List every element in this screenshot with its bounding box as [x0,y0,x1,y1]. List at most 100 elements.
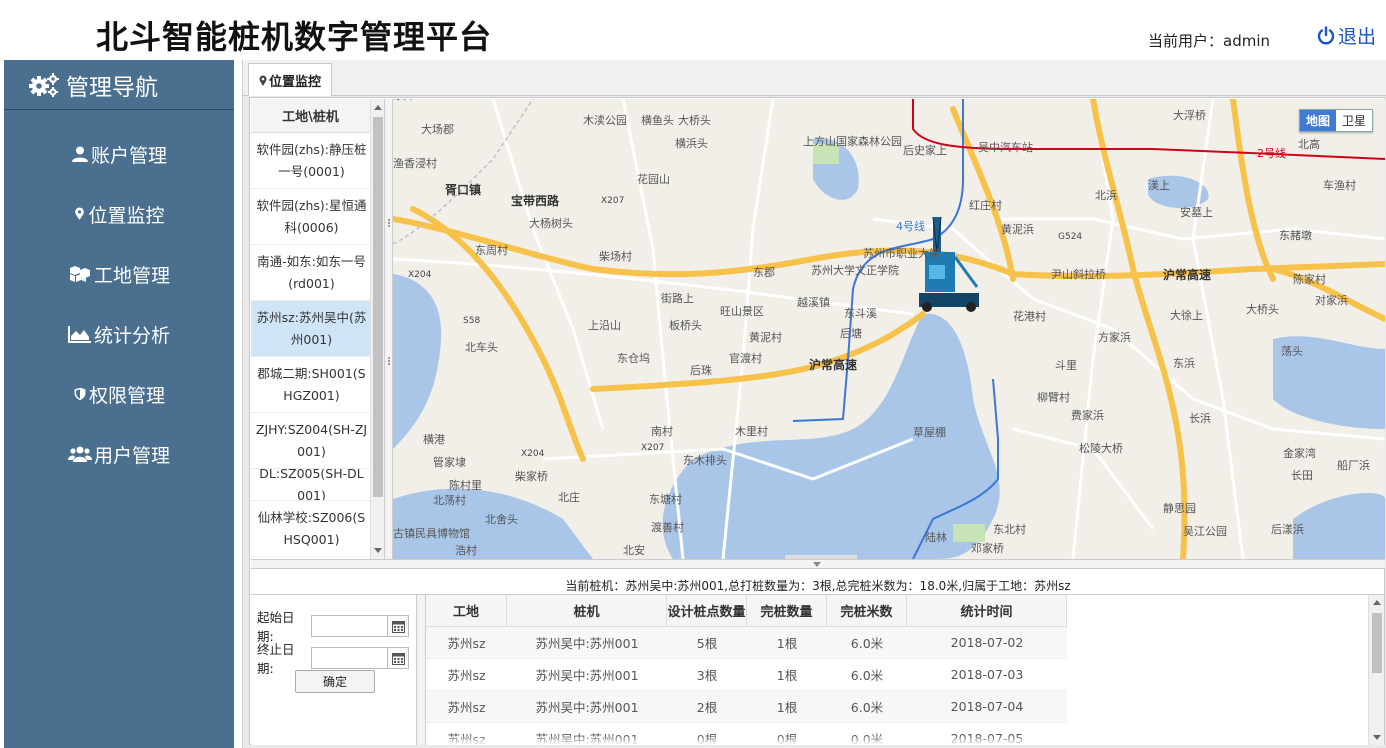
vertical-splitter-bottom[interactable] [417,595,426,745]
map-label: 越溪镇 [797,295,830,309]
users-icon [67,446,92,462]
map-label: 木渎公园 [583,113,627,127]
map-label: 长田 [1291,469,1313,482]
start-date-input[interactable] [311,615,387,637]
map-label: 板桥头 [669,318,702,332]
site-list-item[interactable]: 苏州sz:苏州吴中(苏州001) [251,301,384,357]
table-row[interactable]: 苏州sz 苏州吴中:苏州001 3根 1根 6.0米 2018-07-03 [426,659,1067,691]
site-list-item[interactable]: ZJHY:SZ004(SH-ZJ001) [251,413,384,469]
confirm-button[interactable]: 确定 [295,670,375,693]
logout-button[interactable]: 退出 [1316,22,1376,49]
table-cell: 6.0米 [850,636,884,651]
table-cell: 苏州吴中:苏州001 [535,668,639,683]
calendar-icon [391,620,405,633]
column-header-site[interactable]: 工地 [426,595,507,626]
map-label: 北安 [623,543,645,557]
map-label: 木里村 [735,424,768,438]
scroll-down-icon[interactable] [1373,735,1381,740]
tab-bar: 位置监控 [243,60,1386,96]
table-row[interactable]: 苏州sz 苏州吴中:苏州001 2根 1根 6.0米 2018-07-04 [426,691,1067,723]
user-icon [71,146,88,162]
table-cell: 2018-07-02 [950,635,1024,650]
end-date-input[interactable] [311,647,387,669]
logout-label: 退出 [1338,26,1377,48]
map-label: 沪常高速 [809,357,857,372]
column-header-done-count[interactable]: 完桩数量 [747,595,827,626]
area-chart-icon [67,326,91,343]
shield-icon [74,387,86,401]
map-label: 陈家村 [1293,272,1326,286]
map-view[interactable]: 大场郡 木渎公园 横鱼头 大桥头 上方山国家森林公园 后史家上 吴中汽车站 大浮桥 2号线 北高渔… [393,99,1385,559]
power-icon [1317,25,1335,44]
map-label: 2号线 [1257,146,1286,160]
current-user-label: 当前用户：admin [1148,32,1271,50]
map-label: 柳臂村 [1037,390,1070,404]
splitter-grip-icon [388,219,390,227]
map-label: 花园山 [637,173,670,186]
map-label: 船厂浜 [1337,458,1370,472]
horizontal-splitter[interactable] [251,559,1385,569]
map-label: 陈村里 [449,478,482,492]
map-label: X204 [408,270,432,280]
site-list-item-label: 南通-如东:如东一号(rd001) [257,253,366,291]
map-label: 大浮桥 [1173,108,1206,122]
site-list-scrollbar[interactable] [370,99,384,559]
column-header-design-count[interactable]: 设计桩点数量 [667,595,747,626]
vertical-splitter[interactable] [385,99,393,559]
site-machine-list: 工地\桩机 软件园(zhs):静压桩一号(0001) 软件园(zhs):星恒通科(… [251,99,385,559]
table-row[interactable]: 苏州sz 苏州吴中:苏州001 5根 1根 6.0米 2018-07-02 [426,627,1067,659]
map-label: 荡头 [1281,345,1303,358]
map-type-satellite-button[interactable]: 卫星 [1336,110,1372,131]
map-label: 官渡村 [729,351,762,365]
site-list-item[interactable]: 软件园(zhs):静压桩一号(0001) [251,133,384,189]
site-list-item[interactable]: 仙林学校:SZ006(SHSQ001) [251,501,384,557]
table-fade [426,735,1067,745]
scroll-thumb[interactable] [373,117,383,497]
tab-location-monitor[interactable]: 位置监控 [248,63,332,96]
scroll-down-icon[interactable] [374,548,382,553]
site-list-item[interactable]: 南通-如东:如东一号(rd001) [251,245,384,301]
column-header-done-meters[interactable]: 完桩米数 [827,595,907,626]
sidebar-item-permission[interactable]: 权限管理 [4,364,234,424]
start-date-picker-button[interactable] [387,615,409,637]
sidebar-item-label: 统计分析 [93,324,170,347]
sidebar-item-label: 位置监控 [88,204,165,227]
site-list-item[interactable]: 郡城二期:SH001(SHGZ001) [251,357,384,413]
map-label: 费家浜 [1071,408,1104,422]
map-label: 大徐上 [1170,308,1203,322]
map-label: 东斗溪 [844,307,877,320]
sidebar-item-location[interactable]: 位置监控 [4,184,234,244]
map-label: 浩村 [455,543,477,557]
end-date-picker-button[interactable] [387,647,409,669]
sidebar-item-user[interactable]: 用户管理 [4,424,234,484]
collapse-down-icon[interactable] [813,562,821,567]
sidebar-item-label: 账户管理 [90,144,167,167]
column-header-stat-time[interactable]: 统计时间 [907,595,1067,626]
map-label: 4号线 [896,219,925,233]
table-scrollbar[interactable] [1368,595,1384,745]
site-list-item[interactable]: DL:SZ005(SH-DL001) [251,469,384,501]
sidebar-item-account[interactable]: 账户管理 [4,124,234,184]
scroll-up-icon[interactable] [374,105,382,110]
map-label: 宝带西路 [511,193,560,208]
site-list-item[interactable]: 软件园(zhs):星恒通科(0006) [251,189,384,245]
scroll-up-icon[interactable] [1373,600,1381,605]
sidebar-item-site[interactable]: 工地管理 [4,244,234,304]
map-label: 东郡 [753,266,775,279]
date-filter-panel: 起始日期: 终止日期: 确定 [251,595,417,745]
sidebar-item-statistics[interactable]: 统计分析 [4,304,234,364]
map-canvas[interactable]: 大场郡木渎公园 横鱼头 大桥头上方山国家森林公园后史家上 吴中汽车站大浮桥2号线北高渔… [393,99,1385,559]
column-header-machine[interactable]: 桩机 [507,595,667,626]
scroll-thumb[interactable] [1372,613,1382,673]
table-cell: 苏州吴中:苏州001 [535,636,639,651]
map-label: 对家浜 [1315,293,1348,307]
site-list-item-label: 仙林学校:SZ006(SHSQ001) [257,509,366,547]
sidebar-item-label: 权限管理 [88,384,165,407]
map-type-map-button[interactable]: 地图 [1299,110,1336,131]
map-label: 长浜 [1189,412,1211,425]
map-label: X207 [641,443,664,453]
map-label: 横港 [423,432,445,446]
map-label: 邓家桥 [971,541,1004,555]
table-cell: 1根 [776,636,798,651]
map-label: 方家浜 [1098,330,1131,344]
